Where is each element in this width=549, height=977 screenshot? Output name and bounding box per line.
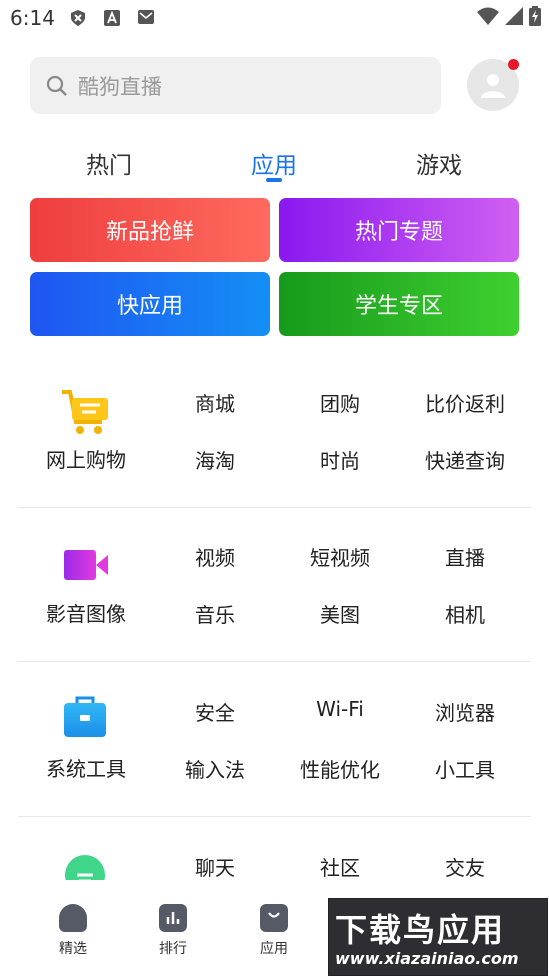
quick-apps-button[interactable]: 快应用: [30, 272, 270, 336]
category-item[interactable]: 时尚: [280, 445, 400, 474]
nav-apps[interactable]: 应用: [234, 904, 314, 958]
divider: [18, 661, 531, 662]
shield-icon: [71, 10, 85, 26]
category-item[interactable]: 安全: [155, 697, 275, 726]
student-zone-button[interactable]: 学生专区: [279, 272, 519, 336]
chat-bubble-icon: [65, 855, 105, 880]
search-input[interactable]: 酷狗直播: [30, 57, 441, 114]
category-item[interactable]: 海淘: [155, 445, 275, 474]
divider: [18, 507, 531, 508]
section-tools: 系统工具 安全 Wi-Fi 浏览器 输入法 性能优化 小工具: [0, 679, 549, 815]
wifi-icon: [477, 7, 499, 25]
status-bar: 6:14: [0, 0, 549, 36]
watermark-title: 下载鸟应用: [335, 911, 506, 949]
toolbox-icon: [64, 696, 106, 737]
hot-topics-button[interactable]: 热门专题: [279, 198, 519, 262]
category-item[interactable]: Wi-Fi: [280, 697, 400, 721]
category-item[interactable]: 音乐: [155, 599, 275, 628]
avatar[interactable]: [467, 59, 519, 111]
shopping-cart-icon: [62, 390, 108, 434]
user-icon: [481, 74, 505, 98]
category-item[interactable]: 快递查询: [405, 445, 525, 474]
signal-icon: [505, 7, 523, 25]
tab-apps[interactable]: 应用: [214, 146, 334, 180]
notification-dot: [508, 59, 519, 70]
mail-icon: [138, 10, 154, 24]
category-item[interactable]: 视频: [155, 542, 275, 571]
category-item[interactable]: 短视频: [280, 542, 400, 571]
category-item[interactable]: 输入法: [155, 754, 275, 783]
section-shopping: 网上购物 商城 团购 比价返利 海淘 时尚 快递查询: [0, 370, 549, 506]
section-title: 影音图像: [46, 602, 126, 626]
search-icon: [46, 75, 67, 96]
video-camera-icon: [64, 550, 108, 580]
nav-featured[interactable]: 精选: [33, 904, 113, 958]
section-social: 聊天 社区 交友: [0, 834, 549, 880]
battery-icon: [529, 6, 541, 26]
section-media: 影音图像 视频 短视频 直播 音乐 美图 相机: [0, 524, 549, 660]
section-title: 网上购物: [46, 448, 126, 472]
category-item[interactable]: 直播: [405, 542, 525, 571]
app-a-icon: [104, 10, 120, 26]
status-time: 6:14: [10, 6, 55, 30]
watermark-url: www.xiazainiao.com: [335, 949, 519, 968]
nav-ranking[interactable]: 排行: [133, 904, 213, 958]
tab-active-indicator: [266, 178, 282, 182]
tab-games[interactable]: 游戏: [379, 146, 499, 180]
category-item[interactable]: 比价返利: [405, 388, 525, 417]
divider: [18, 816, 531, 817]
category-item[interactable]: 小工具: [405, 754, 525, 783]
category-item[interactable]: 交友: [405, 852, 525, 880]
bar-chart-icon: [159, 904, 187, 932]
category-item[interactable]: 美图: [280, 599, 400, 628]
category-item[interactable]: 团购: [280, 388, 400, 417]
shopping-bag-icon: [260, 904, 288, 932]
category-item[interactable]: 性能优化: [280, 754, 400, 783]
new-apps-button[interactable]: 新品抢鲜: [30, 198, 270, 262]
section-title: 系统工具: [46, 757, 126, 781]
category-item[interactable]: 社区: [280, 852, 400, 880]
category-item[interactable]: 相机: [405, 599, 525, 628]
category-item[interactable]: 聊天: [155, 852, 275, 880]
category-item[interactable]: 浏览器: [405, 697, 525, 726]
search-placeholder: 酷狗直播: [78, 74, 162, 99]
tab-hot[interactable]: 热门: [49, 146, 169, 180]
watermark: 下载鸟应用 www.xiazainiao.com: [328, 898, 548, 976]
category-item[interactable]: 商城: [155, 388, 275, 417]
home-icon: [59, 904, 87, 932]
